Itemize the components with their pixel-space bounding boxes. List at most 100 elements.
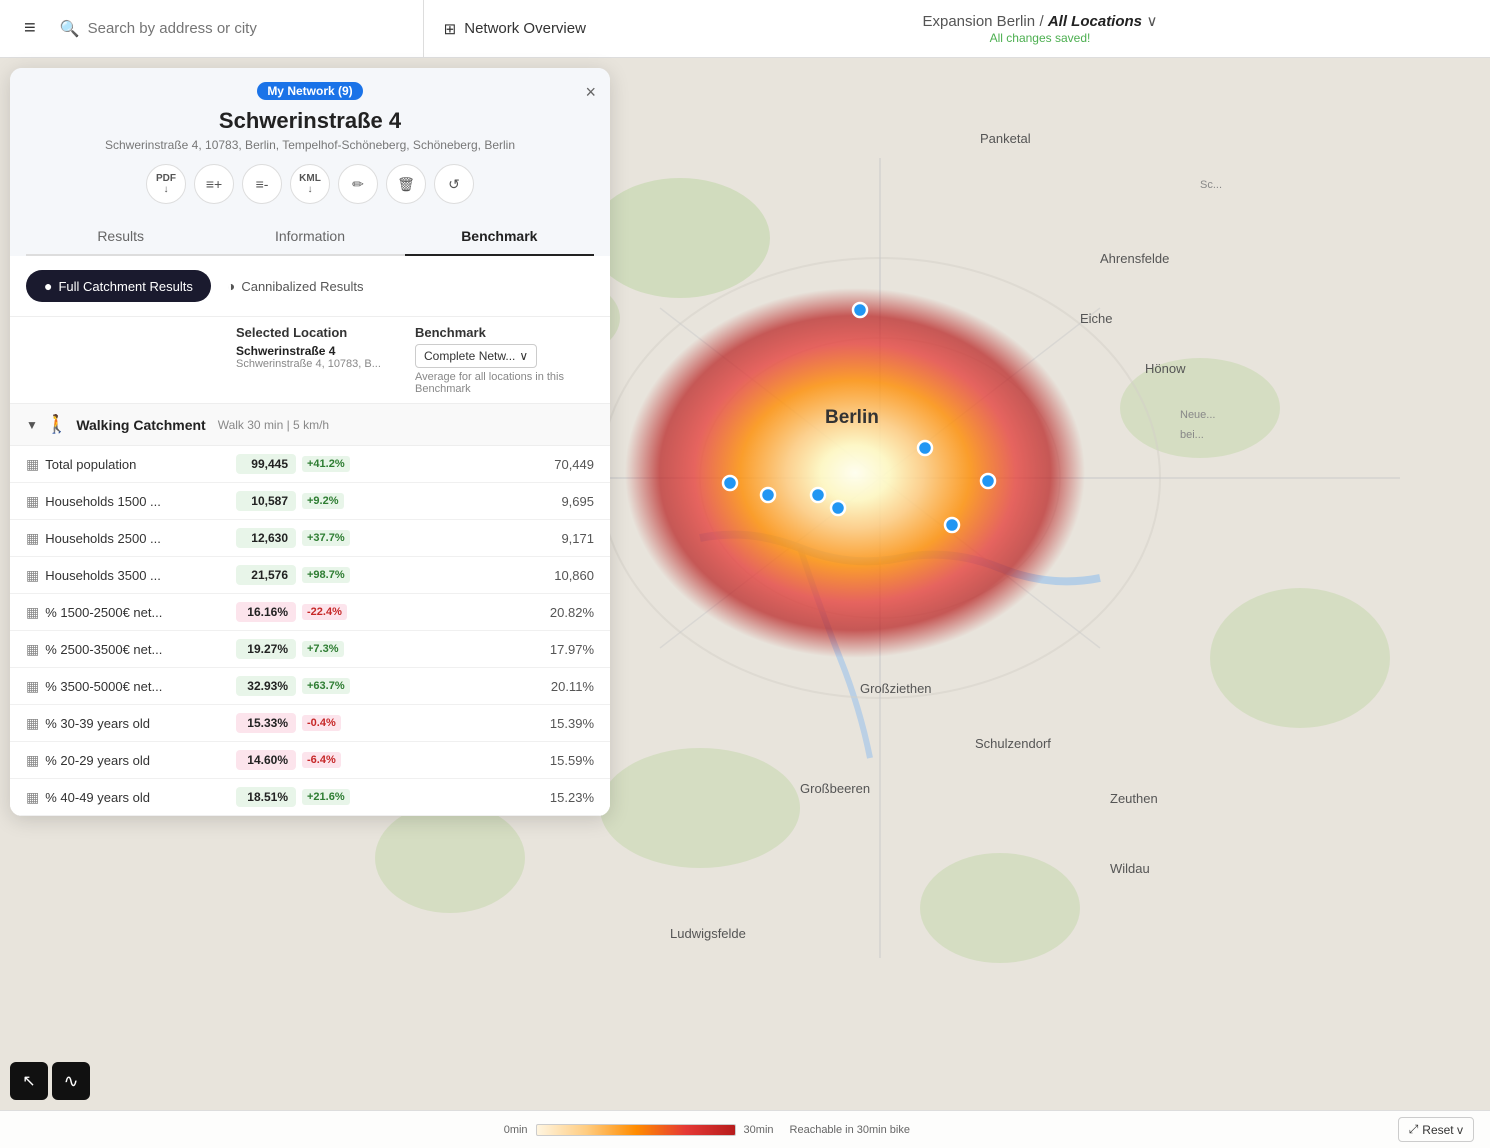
row-delta-badge: +98.7% [302, 567, 350, 583]
chart-bar-icon: ▦ [26, 789, 39, 806]
tab-information[interactable]: Information [215, 218, 404, 254]
half-circle-icon: ◑ [227, 278, 235, 294]
row-label: ▦ Total population [26, 456, 236, 473]
row-label-text: % 40-49 years old [45, 790, 150, 805]
reset-button[interactable]: ⤢ Reset v [1398, 1117, 1474, 1142]
chart-bar-icon: ▦ [26, 715, 39, 732]
selected-loc-name: Schwerinstraße 4 [236, 344, 415, 358]
row-value-badge: 16.16% [236, 602, 296, 622]
remove-column-button[interactable]: ≡- [242, 164, 282, 204]
row-delta-badge: +41.2% [302, 456, 350, 472]
empty-col [26, 325, 236, 395]
refresh-button[interactable]: ↺ [434, 164, 474, 204]
search-area: 🔍 [44, 0, 424, 57]
row-value-badge: 10,587 [236, 491, 296, 511]
search-icon: 🔍 [60, 19, 80, 39]
reset-icon: ⤢ [1409, 1122, 1419, 1137]
benchmark-dropdown-button[interactable]: Complete Netw... ∨ [415, 344, 537, 368]
row-label-text: % 1500-2500€ net... [45, 605, 162, 620]
remove-col-icon: ≡- [256, 176, 269, 192]
location-address: Schwerinstraße 4, 10783, Berlin, Tempelh… [26, 138, 594, 152]
svg-text:Ahrensfelde: Ahrensfelde [1100, 251, 1169, 266]
gradient-rect [536, 1124, 736, 1136]
edit-button[interactable]: ✏ [338, 164, 378, 204]
benchmark-value: 15.39% [415, 716, 594, 731]
table-row: ▦ % 2500-3500€ net... 19.27% +7.3% 17.97… [10, 631, 610, 668]
row-value-badge: 99,445 [236, 454, 296, 474]
chart-bar-icon: ▦ [26, 752, 39, 769]
grid-icon: ⊞ [444, 20, 457, 38]
full-catchment-button[interactable]: ● Full Catchment Results [26, 270, 211, 302]
row-label-text: % 2500-3500€ net... [45, 642, 162, 657]
map-bottom-bar: 0min 30min Reachable in 30min bike ⤢ Res… [0, 1110, 1490, 1148]
network-overview-button[interactable]: ⊞ Network Overview [424, 0, 606, 57]
row-label: ▦ Households 3500 ... [26, 567, 236, 584]
row-value-cell: 99,445 +41.2% [236, 454, 415, 474]
row-label-text: Total population [45, 457, 136, 472]
svg-text:Wildau: Wildau [1110, 861, 1150, 876]
selected-location-header: Selected Location Schwerinstraße 4 Schwe… [236, 325, 415, 395]
close-icon: × [585, 82, 596, 102]
collapse-chevron-icon[interactable]: ▼ [26, 418, 38, 432]
panel: × My Network (9) Schwerinstraße 4 Schwer… [10, 68, 610, 816]
dropdown-chevron-icon: ∨ [519, 349, 528, 363]
gradient-min-label: 0min [504, 1124, 528, 1136]
row-value-badge: 18.51% [236, 787, 296, 807]
delete-button[interactable]: 🗑 [386, 164, 426, 204]
tab-benchmark[interactable]: Benchmark [405, 218, 594, 256]
search-input[interactable] [88, 20, 407, 37]
edit-icon: ✏ [352, 176, 364, 193]
benchmark-value: 10,860 [415, 568, 594, 583]
chart-bar-icon: ▦ [26, 604, 39, 621]
saved-status: All changes saved! [606, 31, 1474, 45]
row-value-cell: 14.60% -6.4% [236, 750, 415, 770]
chart-bar-icon: ▦ [26, 493, 39, 510]
benchmark-value: 15.59% [415, 753, 594, 768]
trend-tool-button[interactable]: ∿ [52, 1062, 90, 1100]
action-icons: PDF↓ ≡+ ≡- KML↓ ✏ 🗑 ↺ [26, 164, 594, 204]
pointer-tool-button[interactable]: ↖ [10, 1062, 48, 1100]
panel-close-button[interactable]: × [585, 82, 596, 103]
table-row: ▦ % 3500-5000€ net... 32.93% +63.7% 20.1… [10, 668, 610, 705]
svg-text:Schulzendorf: Schulzendorf [975, 736, 1051, 751]
map-tools: ↖ ∿ [10, 1062, 90, 1100]
selected-loc-addr: Schwerinstraße 4, 10783, B... [236, 358, 415, 370]
row-delta-badge: +37.7% [302, 530, 350, 546]
menu-button[interactable]: ≡ [16, 9, 44, 48]
svg-text:Sc...: Sc... [1200, 179, 1222, 191]
benchmark-header-col: Benchmark Complete Netw... ∨ Average for… [415, 325, 594, 395]
add-column-button[interactable]: ≡+ [194, 164, 234, 204]
svg-text:Eiche: Eiche [1080, 311, 1113, 326]
row-label-text: Households 1500 ... [45, 494, 161, 509]
row-label: ▦ % 30-39 years old [26, 715, 236, 732]
gradient-max-label: 30min [744, 1124, 774, 1136]
row-label-text: Households 2500 ... [45, 531, 161, 546]
pdf-icon: PDF↓ [156, 173, 176, 195]
topbar: ≡ 🔍 ⊞ Network Overview Expansion Berlin … [0, 0, 1490, 58]
kml-download-button[interactable]: KML↓ [290, 164, 330, 204]
column-headers: Selected Location Schwerinstraße 4 Schwe… [10, 317, 610, 404]
walking-sub-label: Walk 30 min | 5 km/h [218, 418, 329, 432]
row-label: ▦ Households 2500 ... [26, 530, 236, 547]
cannibalized-button[interactable]: ◑ Cannibalized Results [227, 278, 364, 294]
benchmark-area: Selected Location Schwerinstraße 4 Schwe… [10, 317, 610, 816]
gradient-desc: Reachable in 30min bike [790, 1124, 910, 1136]
dropdown-arrow[interactable]: ∨ [1146, 13, 1157, 30]
data-rows-container: ▦ Total population 99,445 +41.2% 70,449 … [10, 446, 610, 816]
table-row: ▦ % 40-49 years old 18.51% +21.6% 15.23% [10, 779, 610, 816]
tab-results[interactable]: Results [26, 218, 215, 254]
kml-icon: KML↓ [299, 173, 321, 195]
row-value-cell: 10,587 +9.2% [236, 491, 415, 511]
chart-bar-icon: ▦ [26, 530, 39, 547]
pdf-download-button[interactable]: PDF↓ [146, 164, 186, 204]
row-delta-badge: +7.3% [302, 641, 344, 657]
svg-text:Großbeeren: Großbeeren [800, 781, 870, 796]
row-label: ▦ % 20-29 years old [26, 752, 236, 769]
svg-text:bei...: bei... [1180, 429, 1204, 441]
row-label-text: Households 3500 ... [45, 568, 161, 583]
chart-bar-icon: ▦ [26, 456, 39, 473]
row-label: ▦ % 40-49 years old [26, 789, 236, 806]
row-delta-badge: +63.7% [302, 678, 350, 694]
table-row: ▦ Households 1500 ... 10,587 +9.2% 9,695 [10, 483, 610, 520]
row-value-cell: 16.16% -22.4% [236, 602, 415, 622]
